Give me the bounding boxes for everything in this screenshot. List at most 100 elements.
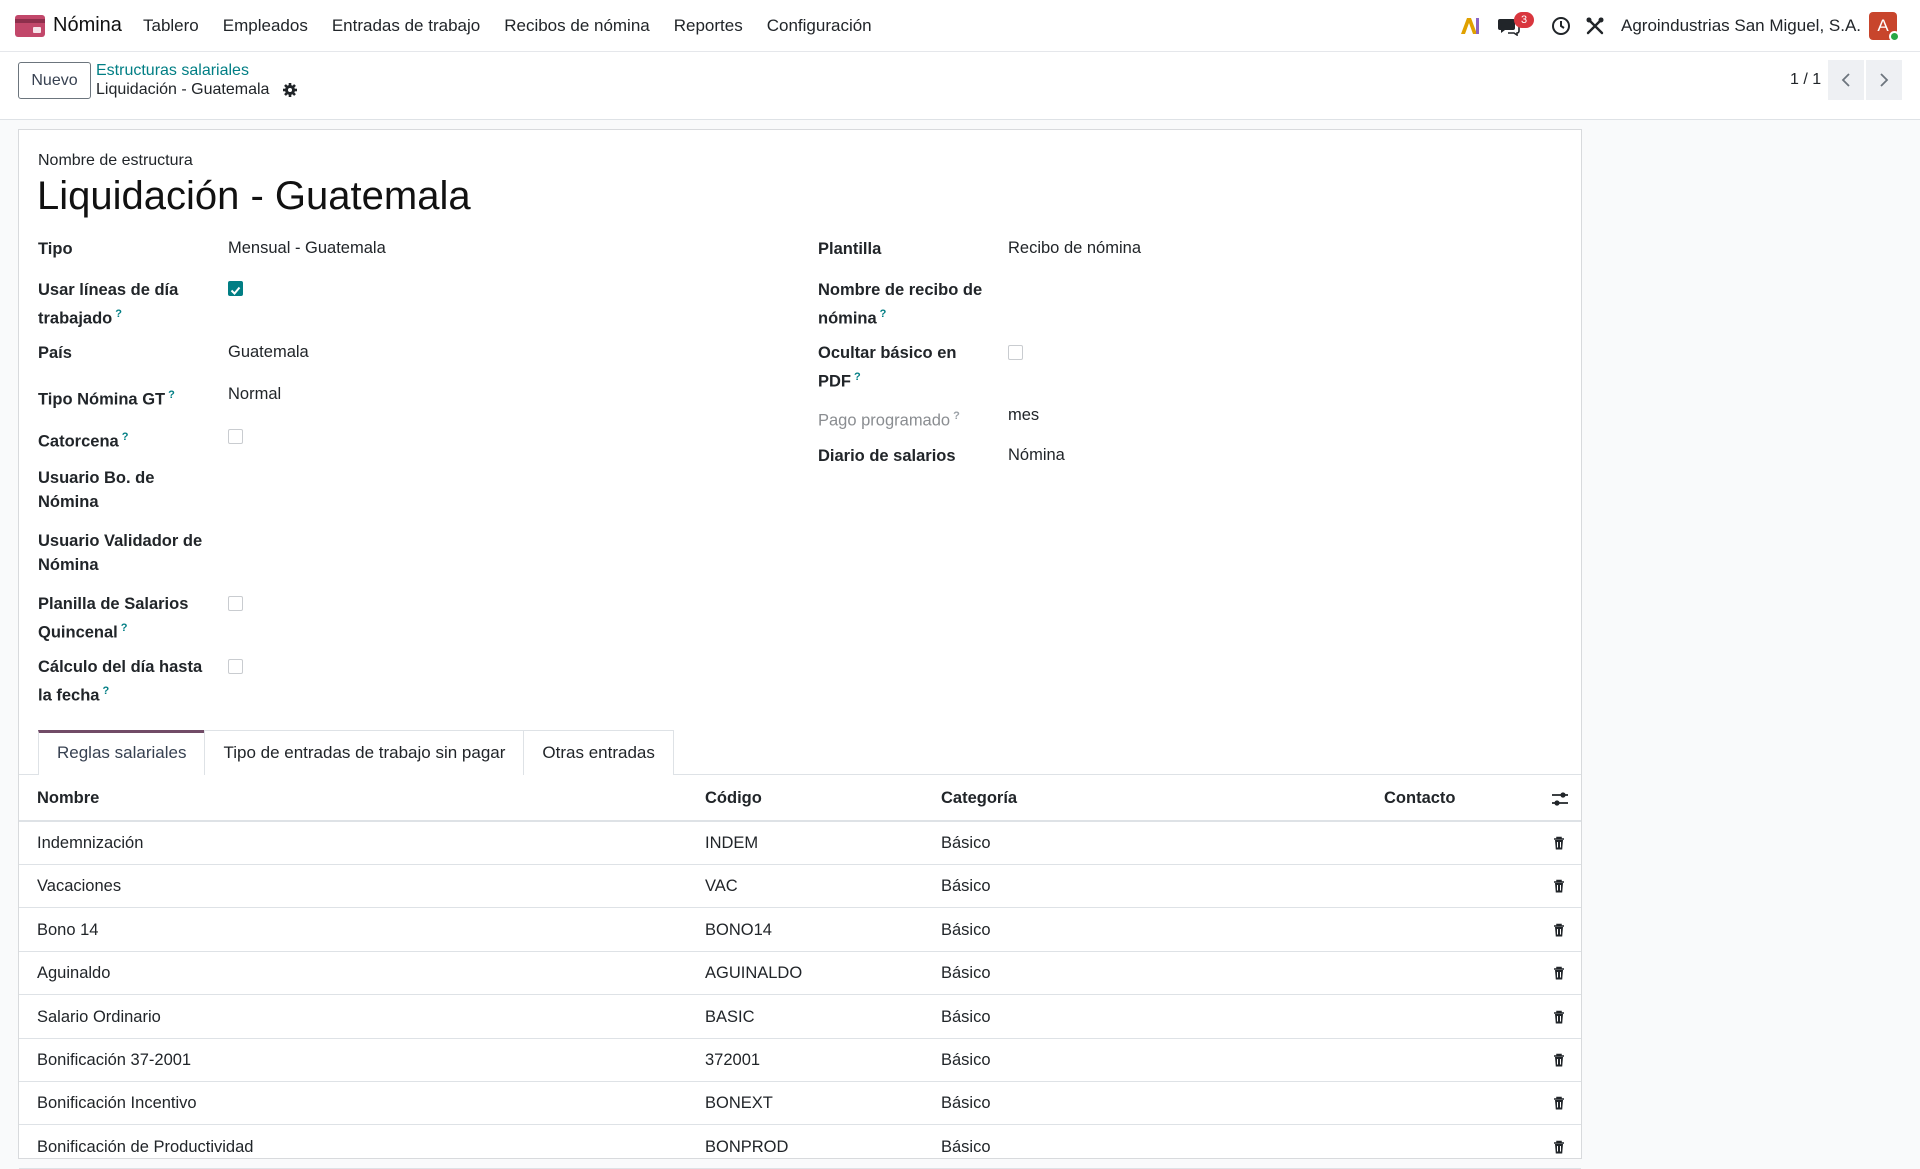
trash-icon[interactable] (1551, 1139, 1567, 1155)
ai-icon[interactable] (1458, 14, 1482, 38)
column-settings-icon[interactable] (1551, 790, 1569, 808)
cell-codigo: AGUINALDO (705, 964, 803, 983)
breadcrumb-parent[interactable]: Estructuras salariales (96, 62, 249, 80)
messages-count-badge: 3 (1514, 12, 1534, 28)
form-sheet: Nombre de estructura Liquidación - Guate… (18, 129, 1582, 1169)
cell-codigo: INDEM (705, 834, 759, 852)
cell-categoria: Básico (941, 964, 991, 983)
pago-programado-label: Pago programado? (818, 410, 960, 430)
calculo-dia-checkbox[interactable] (228, 659, 243, 674)
table-row[interactable]: Aguinaldo AGUINALDO Básico (19, 952, 1581, 996)
top-navbar: Nómina Tablero Empleados Entradas de tra… (0, 0, 1920, 52)
help-icon[interactable]: ? (880, 308, 887, 320)
help-icon[interactable]: ? (122, 431, 129, 443)
structure-name-field[interactable]: Liquidación - Guatemala (37, 174, 471, 219)
column-categoria[interactable]: Categoría (941, 789, 1017, 808)
menu-item-configuracion[interactable]: Configuración (767, 16, 872, 36)
pager-value[interactable]: 1 / 1 (1790, 71, 1821, 89)
new-button[interactable]: Nuevo (18, 62, 91, 99)
tipo-field[interactable]: Mensual - Guatemala (228, 239, 386, 258)
tab-otras-entradas[interactable]: Otras entradas (523, 730, 674, 775)
structure-name-label: Nombre de estructura (38, 152, 193, 169)
menu-item-entradas[interactable]: Entradas de trabajo (332, 16, 480, 36)
checkmark-icon (230, 286, 241, 295)
help-icon[interactable]: ? (854, 371, 861, 383)
cell-categoria: Básico (941, 834, 991, 852)
help-icon[interactable]: ? (102, 685, 109, 697)
cell-categoria: Básico (941, 1051, 991, 1069)
pager-next-button[interactable] (1866, 60, 1902, 100)
plantilla-label: Plantilla (818, 240, 882, 258)
online-status-dot (1889, 31, 1900, 42)
planilla-quincenal-checkbox[interactable] (228, 596, 243, 611)
table-row[interactable]: Vacaciones VAC Básico (19, 865, 1581, 909)
cell-nombre: Indemnización (37, 834, 144, 852)
payroll-app-icon[interactable] (15, 15, 45, 37)
trash-icon[interactable] (1551, 878, 1567, 894)
table-row[interactable]: Salario Ordinario BASIC Básico (19, 996, 1581, 1039)
tools-icon[interactable] (1583, 14, 1607, 38)
cell-codigo: VAC (705, 877, 738, 896)
table-row[interactable]: Bonificación de Productividad BONPROD Bási… (19, 1126, 1581, 1169)
column-nombre[interactable]: Nombre (37, 789, 99, 808)
planilla-quincenal-label: Planilla de Salarios Quincenal? (38, 595, 189, 642)
ocultar-basico-checkbox[interactable] (1008, 345, 1023, 360)
gear-icon[interactable] (282, 82, 298, 98)
trash-icon[interactable] (1551, 835, 1567, 851)
cell-codigo: BASIC (705, 1007, 755, 1026)
cell-nombre: Bono 14 (37, 920, 99, 939)
tab-reglas-salariales[interactable]: Reglas salariales (38, 730, 206, 775)
usuario-validador-label: Usuario Validador de Nómina (38, 532, 203, 574)
notebook-tabs: Reglas salariales Tipo de entradas de tr… (38, 730, 674, 775)
column-contacto[interactable]: Contacto (1384, 789, 1456, 808)
pager-previous-button[interactable] (1828, 60, 1864, 100)
pais-label: País (38, 344, 72, 362)
menu-item-tablero[interactable]: Tablero (143, 16, 199, 36)
catorcena-label: Catorcena? (38, 431, 129, 451)
cell-nombre: Vacaciones (37, 877, 122, 896)
menu-item-recibos[interactable]: Recibos de nómina (504, 16, 650, 36)
calculo-dia-label: Cálculo del día hasta la fecha? (38, 658, 203, 705)
breadcrumb-current: Liquidación - Guatemala (96, 81, 270, 98)
diario-salarios-field[interactable]: Nómina (1008, 446, 1065, 465)
chevron-left-icon (1841, 73, 1850, 87)
table-row[interactable]: Bonificación Incentivo BONEXT Básico (19, 1082, 1581, 1126)
trash-icon[interactable] (1551, 1052, 1567, 1068)
diario-salarios-label: Diario de salarios (818, 447, 956, 465)
help-icon[interactable]: ? (115, 308, 122, 320)
usuario-bo-label: Usuario Bo. de Nómina (38, 469, 155, 511)
plantilla-field[interactable]: Recibo de nómina (1008, 239, 1141, 258)
trash-icon[interactable] (1551, 965, 1567, 981)
tipo-label: Tipo (38, 240, 73, 258)
column-codigo[interactable]: Código (705, 789, 762, 808)
trash-icon[interactable] (1551, 1095, 1567, 1111)
cell-nombre: Bonificación de Productividad (37, 1137, 254, 1156)
tab-entradas-sin-pagar[interactable]: Tipo de entradas de trabajo sin pagar (204, 730, 525, 775)
clock-icon[interactable] (1549, 14, 1573, 38)
table-row[interactable]: Bono 14 BONO14 Básico (19, 909, 1581, 952)
help-icon[interactable]: ? (168, 389, 175, 401)
control-panel: Nuevo Estructuras salariales Liquidación… (0, 52, 1920, 120)
table-row[interactable]: Indemnización INDEM Básico (19, 822, 1581, 865)
table-row[interactable]: Bonificación 37-2001 372001 Básico (19, 1039, 1581, 1082)
tipo-nomina-field[interactable]: Normal (228, 385, 281, 404)
cell-nombre: Bonificación Incentivo (37, 1094, 197, 1113)
usar-lineas-checkbox[interactable] (228, 281, 243, 296)
company-switcher[interactable]: Agroindustrias San Miguel, S.A. (1621, 16, 1861, 36)
pais-field[interactable]: Guatemala (228, 343, 309, 362)
app-name[interactable]: Nómina (53, 14, 122, 37)
menu-item-empleados[interactable]: Empleados (223, 16, 308, 36)
pago-programado-field: mes (1008, 406, 1040, 424)
ocultar-basico-label: Ocultar básico en PDF? (818, 344, 957, 391)
help-icon[interactable]: ? (121, 622, 128, 634)
trash-icon[interactable] (1551, 922, 1567, 938)
rules-table-header: Nombre Código Categoría Contacto (19, 775, 1581, 822)
cell-nombre: Bonificación 37-2001 (37, 1051, 192, 1069)
cell-codigo: BONO14 (705, 920, 772, 939)
menu-item-reportes[interactable]: Reportes (674, 16, 743, 36)
cell-categoria: Básico (941, 1094, 991, 1113)
catorcena-checkbox[interactable] (228, 429, 243, 444)
help-icon[interactable]: ? (953, 410, 960, 422)
tipo-nomina-label: Tipo Nómina GT? (38, 389, 175, 409)
trash-icon[interactable] (1551, 1009, 1567, 1025)
